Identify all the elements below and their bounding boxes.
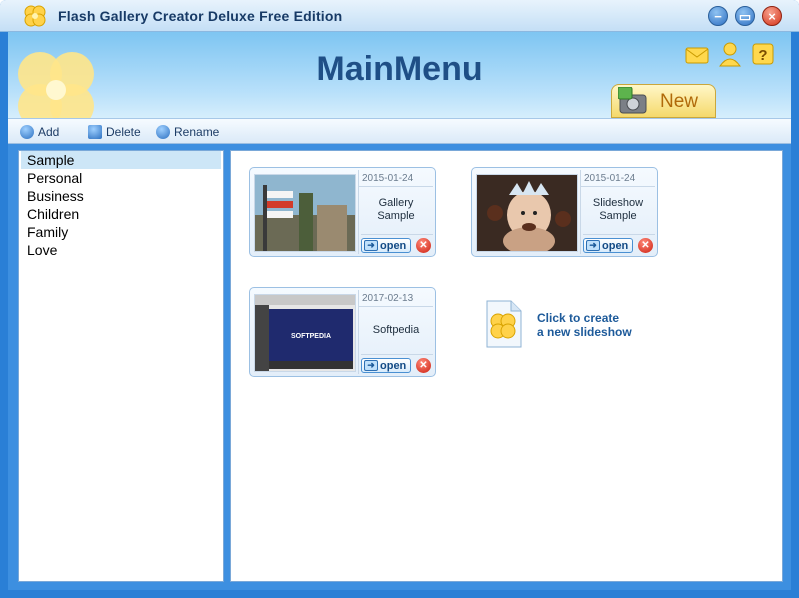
open-button[interactable]: ➜ open [361, 358, 411, 373]
card-info: 2017-02-13 Softpedia ➜ open ✕ [358, 290, 433, 374]
maximize-button[interactable]: ▭ [735, 6, 755, 26]
open-label: open [380, 239, 407, 252]
card-info: 2015-01-24 Gallery Sample ➜ open ✕ [358, 170, 433, 254]
toolbar: Add Delete Rename [8, 118, 791, 144]
add-label: Add [38, 125, 60, 139]
card-name: Gallery Sample [377, 197, 415, 222]
svg-text:?: ? [758, 47, 767, 64]
arrow-right-icon: ➜ [364, 240, 378, 251]
close-icon: × [768, 9, 776, 24]
close-button[interactable]: × [762, 6, 782, 26]
delete-label: Delete [106, 125, 141, 139]
minimize-button[interactable]: − [708, 6, 728, 26]
content-area: Sample Personal Business Children Family… [8, 144, 791, 590]
gallery-card[interactable]: SOFTPEDIA 2017-02-13 Softpedia ➜ open ✕ [249, 287, 436, 377]
camera-icon [618, 87, 647, 114]
card-name: Softpedia [372, 323, 420, 336]
header-banner: MainMenu ? New [8, 32, 791, 128]
maximize-icon: ▭ [738, 9, 752, 24]
add-icon [20, 125, 34, 139]
category-item-sample[interactable]: Sample [21, 151, 221, 169]
gallery-card[interactable]: 2015-01-24 Gallery Sample ➜ open ✕ [249, 167, 436, 257]
card-date: 2015-01-24 [359, 170, 433, 187]
open-label: open [380, 359, 407, 372]
card-actions: ➜ open ✕ [583, 234, 655, 253]
app-window: Flash Gallery Creator Deluxe Free Editio… [0, 0, 799, 598]
category-list: Sample Personal Business Children Family… [18, 150, 224, 582]
gallery-grid: 2015-01-24 Gallery Sample ➜ open ✕ 2015-… [230, 150, 783, 582]
mail-icon[interactable] [684, 40, 710, 68]
delete-icon [88, 125, 102, 139]
delete-gallery-button[interactable]: ✕ [416, 358, 431, 373]
open-label: open [602, 239, 629, 252]
window-title: Flash Gallery Creator Deluxe Free Editio… [58, 8, 343, 24]
delete-button[interactable]: Delete [88, 123, 141, 141]
create-slideshow-button[interactable]: Click to create a new slideshow [485, 297, 685, 353]
open-button[interactable]: ➜ open [361, 238, 411, 253]
card-actions: ➜ open ✕ [361, 234, 433, 253]
card-info: 2015-01-24 Slideshow Sample ➜ open ✕ [580, 170, 655, 254]
clover-logo-icon [24, 5, 46, 27]
baby-thumbnail[interactable] [476, 174, 578, 252]
softpedia-thumbnail[interactable]: SOFTPEDIA [254, 294, 356, 372]
card-date: 2015-01-24 [581, 170, 655, 187]
category-item-family[interactable]: Family [21, 223, 221, 241]
card-actions: ➜ open ✕ [361, 354, 433, 373]
category-item-children[interactable]: Children [21, 205, 221, 223]
arrow-right-icon: ➜ [364, 360, 378, 371]
new-tab-label: New [660, 91, 699, 112]
open-button[interactable]: ➜ open [583, 238, 633, 253]
gallery-card[interactable]: 2015-01-24 Slideshow Sample ➜ open ✕ [471, 167, 658, 257]
category-item-personal[interactable]: Personal [21, 169, 221, 187]
street-signs-thumbnail[interactable] [254, 174, 356, 252]
new-document-icon [486, 300, 522, 348]
create-line-2: a new slideshow [537, 325, 632, 339]
softpedia-thumbnail-text: SOFTPEDIA [291, 333, 331, 340]
arrow-right-icon: ➜ [586, 240, 600, 251]
rename-button[interactable]: Rename [156, 123, 219, 141]
rename-label: Rename [174, 125, 220, 139]
create-line-1: Click to create [537, 311, 620, 325]
card-name: Slideshow Sample [592, 197, 644, 222]
category-item-business[interactable]: Business [21, 187, 221, 205]
delete-gallery-button[interactable]: ✕ [638, 238, 653, 253]
help-icon[interactable]: ? [750, 40, 776, 68]
title-bar[interactable]: Flash Gallery Creator Deluxe Free Editio… [0, 0, 799, 32]
card-date: 2017-02-13 [359, 290, 433, 307]
rename-icon [156, 125, 170, 139]
new-gallery-tab[interactable]: New [611, 84, 716, 118]
minimize-icon: − [714, 9, 722, 24]
user-icon[interactable] [717, 40, 743, 68]
create-slideshow-text: Click to create a new slideshow [537, 311, 632, 339]
category-item-love[interactable]: Love [21, 241, 221, 259]
add-button[interactable]: Add [20, 123, 59, 141]
delete-gallery-button[interactable]: ✕ [416, 238, 431, 253]
